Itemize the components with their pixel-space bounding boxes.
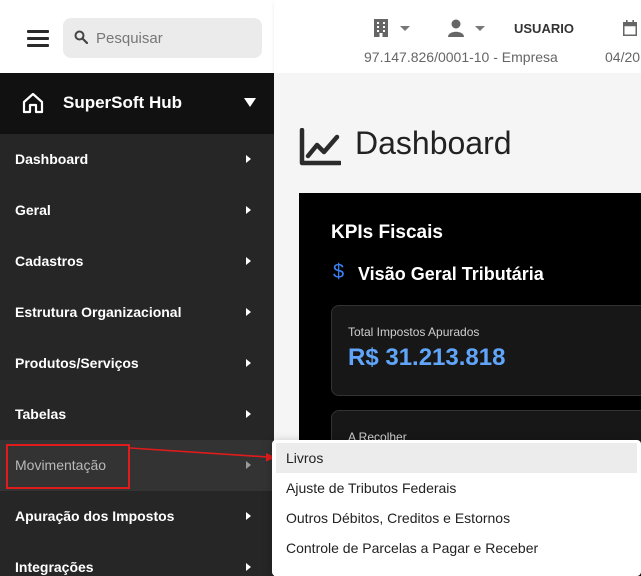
user-icon[interactable]	[448, 19, 464, 37]
kpi-subtitle: Visão Geral Tributária	[358, 264, 544, 284]
submenu-item[interactable]: Outros Débitos, Creditos e Estornos	[276, 503, 637, 533]
chevron-down-icon[interactable]	[400, 26, 410, 31]
building-icon[interactable]	[374, 19, 388, 37]
metric-value: R$ 31.213.818	[348, 344, 506, 371]
sidebar-item-label: Dashboard	[15, 151, 89, 167]
chevron-right-icon	[246, 563, 251, 571]
sidebar-item[interactable]: Dashboard	[0, 134, 274, 185]
page-title: Dashboard	[355, 125, 512, 161]
menu-icon[interactable]	[27, 30, 49, 48]
date-label: 04/20	[605, 49, 641, 65]
sidebar-item-label: Cadastros	[15, 253, 84, 269]
chevron-right-icon	[246, 308, 251, 316]
annotation-highlight-box	[6, 444, 130, 489]
submenu-item[interactable]: Livros	[276, 443, 637, 473]
sidebar-item[interactable]: Produtos/Serviços	[0, 338, 274, 389]
sidebar-item[interactable]: Integrações	[0, 542, 274, 576]
chevron-right-icon	[246, 461, 251, 469]
top-header: USUARIO 97.147.826/0001-10 - Empresa 04/…	[274, 0, 641, 73]
brand-name: SuperSoft Hub	[63, 93, 182, 112]
sidebar-item[interactable]: Apuração dos Impostos	[0, 491, 274, 542]
metric-total-impostos: Total Impostos Apurados R$ 31.213.818	[331, 305, 641, 396]
chevron-down-icon[interactable]	[475, 26, 485, 31]
sidebar-item-label: Tabelas	[15, 406, 67, 422]
sidebar-item[interactable]: Geral	[0, 185, 274, 236]
sidebar-item[interactable]: Tabelas	[0, 389, 274, 440]
sidebar-item-label: Geral	[15, 202, 51, 218]
chevron-right-icon	[246, 410, 251, 418]
brand-menu[interactable]: SuperSoft Hub	[0, 73, 274, 134]
search-box[interactable]	[63, 18, 262, 58]
chevron-right-icon	[246, 512, 251, 520]
chevron-right-icon	[246, 155, 251, 163]
sidebar-item-label: Estrutura Organizacional	[15, 304, 182, 320]
sidebar-item-label: Integrações	[15, 559, 94, 575]
home-icon	[22, 92, 44, 114]
dollar-icon: $	[333, 261, 345, 283]
chevron-right-icon	[246, 359, 251, 367]
submenu-item[interactable]: Controle de Parcelas a Pagar e Receber	[276, 533, 637, 563]
sidebar-top-bar	[0, 0, 274, 73]
sidebar-item[interactable]: Estrutura Organizacional	[0, 287, 274, 338]
user-name[interactable]: USUARIO	[514, 21, 574, 36]
movimentacao-submenu: Livros Ajuste de Tributos Federais Outros …	[272, 440, 641, 576]
sidebar-item-label: Produtos/Serviços	[15, 355, 139, 371]
sidebar-item-label: Apuração dos Impostos	[15, 508, 175, 524]
sidebar: SuperSoft Hub Dashboard Geral Cadastros Est…	[0, 0, 274, 576]
chevron-down-icon	[244, 98, 256, 107]
submenu-item[interactable]: Ajuste de Tributos Federais	[276, 473, 637, 503]
sidebar-item[interactable]: Cadastros	[0, 236, 274, 287]
calendar-icon	[623, 20, 637, 36]
company-label: 97.147.826/0001-10 - Empresa	[364, 49, 558, 65]
search-input[interactable]	[96, 18, 256, 58]
metric-label: Total Impostos Apurados	[348, 325, 480, 339]
kpi-title: KPIs Fiscais	[331, 222, 443, 243]
chevron-right-icon	[246, 257, 251, 265]
line-chart-icon	[299, 128, 341, 166]
chevron-right-icon	[246, 206, 251, 214]
search-icon	[74, 30, 88, 44]
